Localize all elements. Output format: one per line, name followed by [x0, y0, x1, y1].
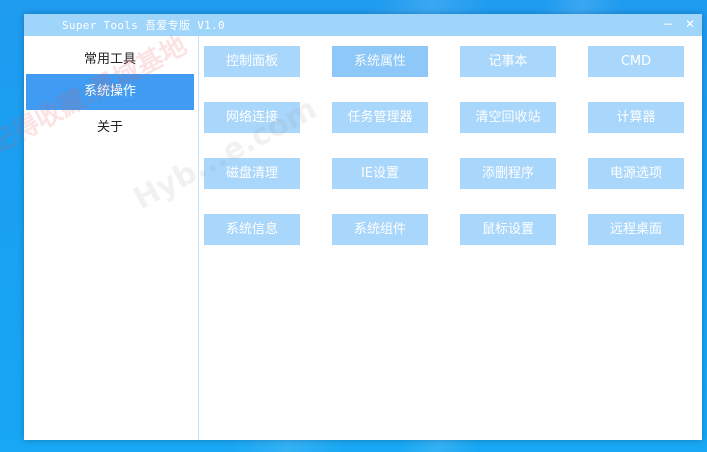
- system-info-button[interactable]: 系统信息: [204, 214, 300, 245]
- system-properties-button[interactable]: 系统属性: [332, 46, 428, 77]
- task-manager-button[interactable]: 任务管理器: [332, 102, 428, 133]
- empty-recycle-bin-button[interactable]: 清空回收站: [460, 102, 556, 133]
- cmd-button[interactable]: CMD: [588, 46, 684, 77]
- remote-desktop-button[interactable]: 远程桌面: [588, 214, 684, 245]
- sidebar: 常用工具 系统操作 关于: [24, 36, 199, 440]
- tools-panel: 控制面板 系统属性 记事本 CMD 网络连接 任务管理器 清空回收站 计算器 磁…: [199, 36, 702, 440]
- sidebar-item-common-tools[interactable]: 常用工具: [26, 42, 194, 78]
- control-panel-button[interactable]: 控制面板: [204, 46, 300, 77]
- network-connections-button[interactable]: 网络连接: [204, 102, 300, 133]
- disk-cleanup-button[interactable]: 磁盘清理: [204, 158, 300, 189]
- ie-settings-button[interactable]: IE设置: [332, 158, 428, 189]
- app-window: Super Tools 吾爱专版 V1.0 − ✕ 常用工具 系统操作 关于 控…: [24, 14, 702, 440]
- system-components-button[interactable]: 系统组件: [332, 214, 428, 245]
- add-remove-programs-button[interactable]: 添删程序: [460, 158, 556, 189]
- sidebar-item-about[interactable]: 关于: [26, 110, 194, 146]
- sidebar-item-system-operations[interactable]: 系统操作: [26, 74, 194, 110]
- notepad-button[interactable]: 记事本: [460, 46, 556, 77]
- mouse-settings-button[interactable]: 鼠标设置: [460, 214, 556, 245]
- window-title: Super Tools 吾爱专版 V1.0: [62, 19, 225, 32]
- power-options-button[interactable]: 电源选项: [588, 158, 684, 189]
- calculator-button[interactable]: 计算器: [588, 102, 684, 133]
- title-bar[interactable]: Super Tools 吾爱专版 V1.0 − ✕: [24, 14, 702, 36]
- close-button[interactable]: ✕: [682, 16, 698, 32]
- minimize-button[interactable]: −: [660, 16, 676, 32]
